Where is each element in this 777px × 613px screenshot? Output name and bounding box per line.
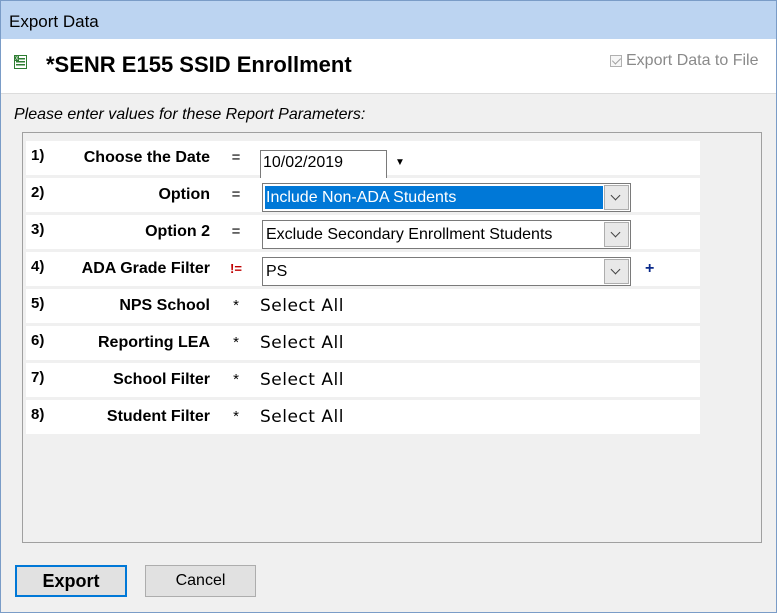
param-row-date: 1) Choose the Date = 10/02/2019 ▼: [26, 141, 700, 179]
date-value: 10/02/2019: [263, 154, 344, 171]
export-data-window: Export Data X *SENR E155 SSID Enrollment…: [0, 0, 777, 613]
nps-school-value[interactable]: Select All: [260, 289, 344, 323]
param-number: 2): [31, 184, 45, 201]
window-title: Export Data: [9, 12, 99, 31]
param-number: 4): [31, 258, 45, 275]
add-value-plus-icon[interactable]: +: [645, 252, 654, 286]
chevron-down-icon[interactable]: [604, 185, 629, 210]
export-data-to-file-label: Export Data to File: [626, 52, 759, 69]
param-operator[interactable]: *: [230, 363, 242, 397]
param-label: ADA Grade Filter: [81, 260, 210, 277]
parameters-panel: 1) Choose the Date = 10/02/2019 ▼ 2) Opt…: [22, 132, 762, 543]
param-label: NPS School: [119, 297, 210, 314]
param-row-reporting-lea: 6) Reporting LEA * Select All: [26, 326, 700, 360]
date-input[interactable]: 10/02/2019: [260, 150, 387, 179]
param-number: 1): [31, 147, 45, 164]
param-operator[interactable]: *: [230, 289, 242, 323]
student-filter-value[interactable]: Select All: [260, 400, 344, 434]
title-bar[interactable]: Export Data: [1, 1, 776, 39]
param-label: Option 2: [145, 223, 210, 240]
option-2-selected-value: Exclude Secondary Enrollment Students: [266, 226, 553, 243]
param-operator[interactable]: !=: [230, 252, 242, 286]
param-row-option: 2) Option = Include Non-ADA Students: [26, 178, 700, 212]
ada-grade-filter-select[interactable]: PS: [262, 257, 631, 286]
chevron-down-icon[interactable]: [604, 222, 629, 247]
parameters-prompt: Please enter values for these Report Par…: [14, 106, 366, 123]
svg-text:X: X: [15, 56, 19, 62]
option-2-select[interactable]: Exclude Secondary Enrollment Students: [262, 220, 631, 249]
chevron-down-icon[interactable]: [604, 259, 629, 284]
param-number: 5): [31, 295, 45, 312]
option-select[interactable]: Include Non-ADA Students: [262, 183, 631, 212]
reporting-lea-value[interactable]: Select All: [260, 326, 344, 360]
param-label: Reporting LEA: [98, 334, 210, 351]
param-number: 7): [31, 369, 45, 386]
param-number: 6): [31, 332, 45, 349]
param-label: School Filter: [113, 371, 210, 388]
param-row-nps-school: 5) NPS School * Select All: [26, 289, 700, 323]
param-label: Choose the Date: [83, 149, 210, 166]
param-row-school-filter: 7) School Filter * Select All: [26, 363, 700, 397]
option-selected-value: Include Non-ADA Students: [265, 186, 603, 209]
param-operator[interactable]: *: [230, 400, 242, 434]
param-number: 8): [31, 406, 45, 423]
param-operator[interactable]: =: [230, 141, 242, 175]
cancel-button[interactable]: Cancel: [145, 565, 256, 597]
param-row-ada-grade-filter: 4) ADA Grade Filter != PS +: [26, 252, 700, 286]
param-operator[interactable]: =: [230, 215, 242, 249]
school-filter-value[interactable]: Select All: [260, 363, 344, 397]
checkbox-checked-icon[interactable]: [610, 55, 622, 67]
param-label: Option: [158, 186, 210, 203]
param-number: 3): [31, 221, 45, 238]
date-dropdown-arrow-icon[interactable]: ▼: [395, 157, 405, 168]
param-operator[interactable]: =: [230, 178, 242, 212]
excel-report-icon: X: [14, 55, 27, 69]
report-title: *SENR E155 SSID Enrollment: [46, 52, 352, 77]
param-row-student-filter: 8) Student Filter * Select All: [26, 400, 700, 434]
report-header: X *SENR E155 SSID Enrollment Export Data…: [1, 39, 776, 94]
ada-grade-filter-selected-value: PS: [266, 263, 288, 280]
param-row-option-2: 3) Option 2 = Exclude Secondary Enrollme…: [26, 215, 700, 249]
export-button[interactable]: Export: [15, 565, 127, 597]
param-label: Student Filter: [106, 408, 210, 425]
param-operator[interactable]: *: [230, 326, 242, 360]
export-data-to-file-checkbox[interactable]: Export Data to File: [610, 52, 759, 70]
